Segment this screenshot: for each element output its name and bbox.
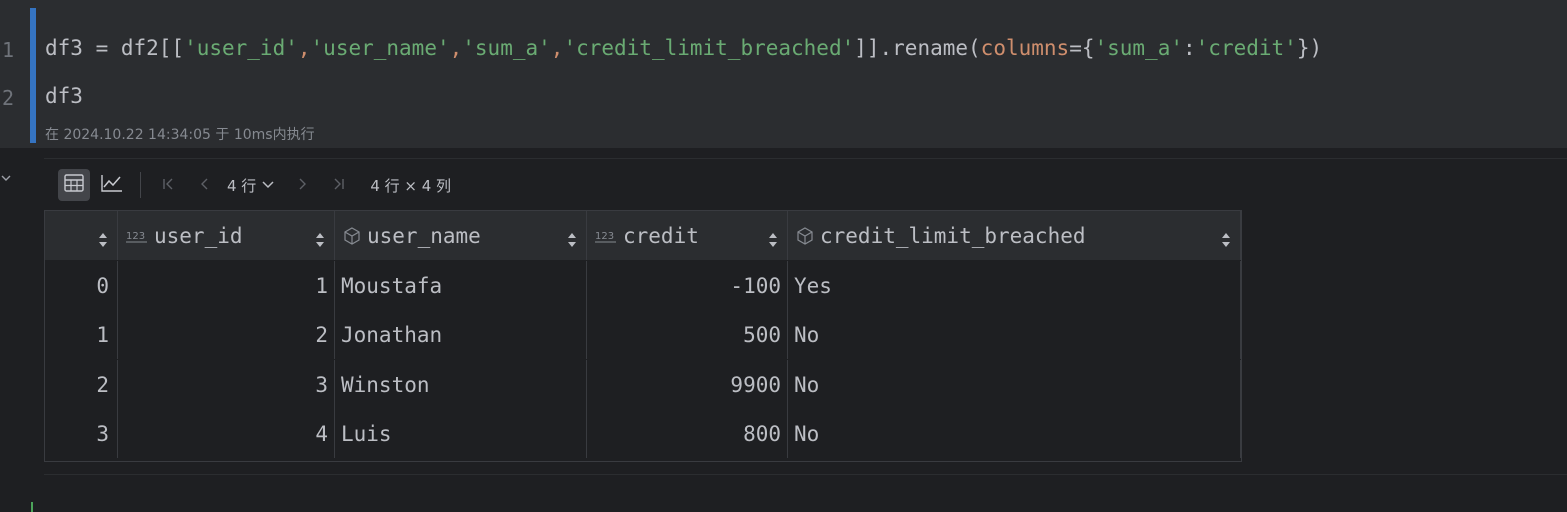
line-number-1: 1 (2, 38, 15, 62)
credit-limit-breached-cell[interactable]: Yes (788, 261, 1241, 310)
code-token: df3 = df2[[ (45, 36, 185, 60)
credit-cell[interactable]: -100 (587, 261, 788, 310)
index-cell: 3 (45, 409, 118, 458)
code-line-1[interactable]: df3 = df2[['user_id','user_name','sum_a'… (45, 36, 1322, 60)
table-grid-icon (64, 174, 84, 196)
line-chart-icon (101, 174, 123, 196)
cube-icon (343, 226, 361, 245)
code-token: ={ (1069, 36, 1095, 60)
column-header-user-id[interactable]: 123 user_id (118, 211, 335, 260)
index-column-header[interactable] (45, 211, 118, 260)
user-name-cell[interactable]: Moustafa (335, 261, 587, 310)
code-token: , (449, 36, 463, 60)
code-token: , (297, 36, 311, 60)
line-number-2: 2 (2, 86, 15, 110)
code-token: : (1183, 36, 1196, 60)
chart-view-button[interactable] (96, 169, 128, 201)
index-cell: 1 (45, 310, 118, 359)
first-page-button[interactable] (151, 169, 187, 201)
sort-icon[interactable] (99, 228, 107, 247)
code-token: 'credit_limit_breached' (563, 36, 855, 60)
table-row[interactable]: 0 1 Moustafa -100 Yes (45, 261, 1241, 310)
numeric-123-icon: 123 (126, 228, 148, 244)
index-cell: 2 (45, 360, 118, 409)
code-token: 'credit' (1195, 36, 1297, 60)
column-header-label: credit (623, 223, 699, 248)
rows-per-page-label: 4 行 (227, 176, 257, 195)
last-page-button[interactable] (320, 169, 356, 201)
table-row[interactable]: 3 4 Luis 800 No (45, 409, 1241, 458)
rows-per-page-select[interactable]: 4 行 (227, 175, 274, 196)
next-page-button[interactable] (284, 169, 320, 201)
user-id-cell[interactable]: 4 (118, 409, 335, 458)
column-header-label: user_id (154, 223, 243, 248)
credit-limit-breached-cell[interactable]: No (788, 409, 1241, 458)
code-token: , (550, 36, 564, 60)
credit-cell[interactable]: 500 (587, 310, 788, 359)
last-page-icon (331, 176, 345, 195)
next-cell-marker (31, 502, 33, 512)
sort-icon[interactable] (568, 228, 576, 247)
dataframe-shape-label: 4 行 × 4 列 (370, 176, 452, 195)
code-token: }) (1296, 36, 1323, 60)
toolbar-separator (140, 172, 141, 198)
svg-text:123: 123 (595, 231, 614, 242)
sort-icon[interactable] (1222, 228, 1230, 247)
index-cell: 0 (45, 261, 118, 310)
code-token: 'user_id' (184, 36, 298, 60)
credit-limit-breached-cell[interactable]: No (788, 360, 1241, 409)
code-token: ]].rename( (854, 36, 981, 60)
code-line-2[interactable]: df3 (45, 84, 83, 108)
cube-icon (796, 226, 814, 245)
dataframe-table: 123 user_id user_name 123 credit credit_… (44, 210, 1242, 462)
user-id-cell[interactable]: 2 (118, 310, 335, 359)
sort-icon[interactable] (769, 228, 777, 247)
column-header-label: credit_limit_breached (820, 223, 1086, 248)
code-cell[interactable]: 1 2 df3 = df2[['user_id','user_name','su… (0, 0, 1567, 148)
column-header-user-name[interactable]: user_name (335, 211, 587, 260)
code-token: columns (980, 36, 1070, 60)
table-row[interactable]: 2 3 Winston 9900 No (45, 360, 1241, 409)
user-name-cell[interactable]: Luis (335, 409, 587, 458)
previous-page-button[interactable] (187, 169, 223, 201)
numeric-123-icon: 123 (595, 228, 617, 244)
column-header-credit-limit-breached[interactable]: credit_limit_breached (788, 211, 1241, 260)
user-id-cell[interactable]: 1 (118, 261, 335, 310)
code-token: 'sum_a' (1094, 36, 1183, 60)
user-name-cell[interactable]: Jonathan (335, 310, 587, 359)
table-row[interactable]: 1 2 Jonathan 500 No (45, 310, 1241, 359)
cell-selection-bar (30, 8, 36, 143)
chevron-left-icon (198, 176, 212, 195)
first-page-icon (162, 176, 176, 195)
code-token: 'user_name' (310, 36, 450, 60)
code-token: 'sum_a' (462, 36, 551, 60)
user-name-cell[interactable]: Winston (335, 360, 587, 409)
output-bottom-divider (44, 474, 1567, 475)
column-header-label: user_name (367, 223, 481, 248)
credit-limit-breached-cell[interactable]: No (788, 310, 1241, 359)
credit-cell[interactable]: 9900 (587, 360, 788, 409)
table-view-button[interactable] (58, 169, 90, 201)
svg-text:123: 123 (126, 231, 145, 242)
user-id-cell[interactable]: 3 (118, 360, 335, 409)
column-header-credit[interactable]: 123 credit (587, 211, 788, 260)
chevron-down-icon (256, 176, 274, 194)
collapse-output-chevron-icon[interactable] (0, 172, 14, 186)
credit-cell[interactable]: 800 (587, 409, 788, 458)
sort-icon[interactable] (316, 228, 324, 247)
table-header-row: 123 user_id user_name 123 credit credit_… (45, 211, 1241, 260)
output-divider (44, 158, 1567, 159)
output-toolbar: 4 行 4 行 × 4 列 (58, 167, 451, 203)
chevron-right-icon (295, 176, 309, 195)
execution-info: 在 2024.10.22 14:34:05 于 10ms内执行 (45, 127, 315, 143)
